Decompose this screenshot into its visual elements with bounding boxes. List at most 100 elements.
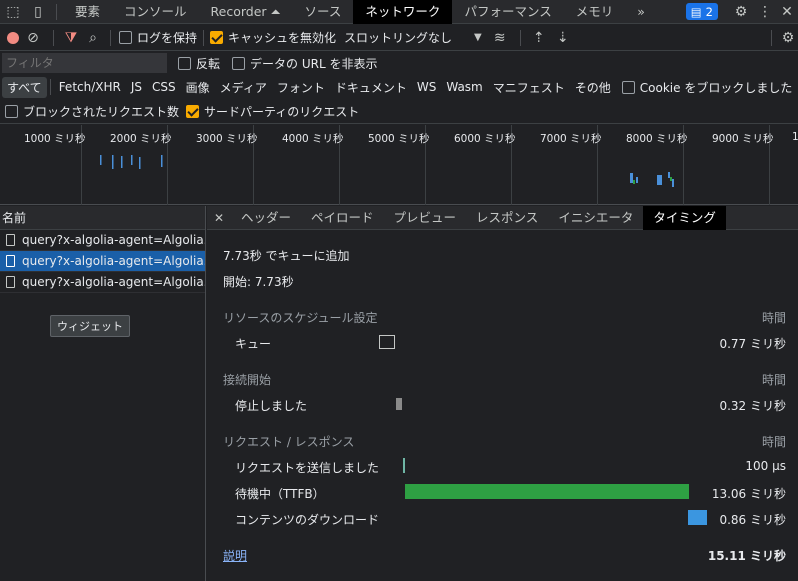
wifi-conditions-icon[interactable]: ≋ bbox=[486, 30, 514, 46]
dropdown-arrow-icon: ▼ bbox=[474, 32, 482, 43]
request-row[interactable]: query?x-algolia-agent=Algolia... bbox=[0, 230, 205, 251]
timeline-mark bbox=[131, 155, 133, 165]
blocked-requests-checkbox[interactable]: ブロックされたリクエスト数 bbox=[5, 103, 179, 120]
network-toolbar: ⊘ ⧩ ⌕ ログを保持 キャッシュを無効化 スロットリングなし ▼ ≋ ⇡ ⇣ … bbox=[0, 25, 798, 51]
tab-timing[interactable]: タイミング bbox=[643, 205, 726, 230]
type-filter-wasm[interactable]: Wasm bbox=[441, 78, 487, 96]
request-row-selected[interactable]: query?x-algolia-agent=Algolia... bbox=[0, 251, 205, 272]
started-at-text: 開始: 7.73秒 bbox=[223, 275, 294, 289]
checkbox-checked-icon bbox=[210, 31, 224, 44]
separator bbox=[771, 29, 772, 46]
section-title-request-response: リクエスト / レスポンス bbox=[223, 435, 355, 449]
type-filter-ws[interactable]: WS bbox=[412, 78, 441, 96]
time-column-label: 時間 bbox=[761, 311, 786, 325]
section-title-scheduling: リソースのスケジュール設定 bbox=[223, 311, 378, 325]
blocked-cookies-checkbox[interactable]: Cookie をブロックしました bbox=[621, 79, 792, 96]
hide-data-urls-checkbox[interactable]: データの URL を非表示 bbox=[232, 55, 377, 72]
tab-headers[interactable]: ヘッダー bbox=[231, 206, 301, 230]
tab-initiator[interactable]: イニシエータ bbox=[548, 206, 643, 230]
checkbox-icon bbox=[232, 56, 246, 70]
filter-input[interactable] bbox=[2, 53, 167, 73]
checkbox-icon bbox=[178, 56, 191, 70]
export-har-icon[interactable]: ⇣ bbox=[551, 30, 575, 46]
queued-at-text: 7.73秒 でキューに追加 bbox=[223, 249, 350, 263]
document-icon bbox=[6, 276, 15, 288]
timing-row-value: 0.86 ミリ秒 bbox=[719, 513, 786, 527]
third-party-checkbox[interactable]: サードパーティのリクエスト bbox=[186, 103, 359, 120]
tab-memory[interactable]: メモリ bbox=[564, 0, 626, 24]
type-filter-other[interactable]: その他 bbox=[570, 77, 616, 98]
tab-network[interactable]: ネットワーク bbox=[353, 0, 453, 24]
throttling-value: スロットリングなし bbox=[344, 31, 453, 45]
close-icon[interactable]: ✕ bbox=[776, 4, 798, 20]
clear-icon[interactable]: ⊘ bbox=[19, 30, 47, 46]
inspect-element-icon[interactable]: ⬚ bbox=[0, 4, 26, 20]
timing-row-value: 100 μs bbox=[745, 459, 786, 473]
tab-preview[interactable]: プレビュー bbox=[384, 206, 467, 230]
type-filter-font[interactable]: フォント bbox=[272, 77, 330, 98]
stalled-bar bbox=[396, 398, 402, 410]
tab-recorder[interactable]: Recorder ⏶ bbox=[199, 0, 293, 24]
timeline-mark bbox=[672, 179, 674, 187]
filter-icon[interactable]: ⧩ bbox=[60, 30, 82, 46]
record-button[interactable] bbox=[7, 31, 19, 44]
timeline-mark bbox=[636, 177, 638, 183]
timeline-mark bbox=[630, 173, 633, 183]
timeline-mark bbox=[668, 172, 670, 178]
tab-payload[interactable]: ペイロード bbox=[301, 206, 384, 230]
tab-performance[interactable]: パフォーマンス bbox=[452, 0, 563, 24]
request-options-row: ブロックされたリクエスト数 サードパーティのリクエスト bbox=[0, 100, 798, 124]
third-party-label: サードパーティのリクエスト bbox=[204, 105, 360, 119]
preserve-log-label: ログを保持 bbox=[137, 31, 198, 45]
disable-cache-checkbox[interactable]: キャッシュを無効化 bbox=[210, 29, 336, 46]
devtools-top-tabbar: ⬚ ▯ 要素 コンソール Recorder ⏶ ソース ネットワーク パフォーマ… bbox=[0, 0, 798, 24]
network-settings-gear-icon[interactable]: ⚙ bbox=[778, 30, 798, 46]
timeline-mark bbox=[657, 175, 662, 185]
kebab-menu-icon[interactable]: ⋮ bbox=[754, 4, 776, 20]
tooltip: ウィジェット bbox=[50, 315, 130, 337]
type-filter-js[interactable]: JS bbox=[126, 78, 147, 96]
tab-sources[interactable]: ソース bbox=[293, 0, 354, 24]
close-icon[interactable]: ✕ bbox=[207, 211, 231, 225]
issues-badge[interactable]: ▤ 2 bbox=[685, 3, 718, 20]
tab-response[interactable]: レスポンス bbox=[466, 206, 548, 230]
type-filter-manifest[interactable]: マニフェスト bbox=[488, 77, 570, 98]
type-filter-all[interactable]: すべて bbox=[2, 76, 47, 98]
type-filter-doc[interactable]: ドキュメント bbox=[330, 77, 412, 98]
hide-data-urls-label: データの URL を非表示 bbox=[250, 56, 378, 71]
timing-row-label: リクエストを送信しました bbox=[235, 461, 380, 475]
tab-elements[interactable]: 要素 bbox=[63, 0, 112, 24]
timing-row-value: 0.32 ミリ秒 bbox=[719, 399, 786, 413]
request-name: query?x-algolia-agent=Algolia... bbox=[22, 274, 205, 289]
device-toolbar-icon[interactable]: ▯ bbox=[26, 4, 50, 20]
more-tabs-button[interactable]: » bbox=[625, 0, 657, 24]
time-column-label: 時間 bbox=[761, 435, 786, 449]
timeline-mark bbox=[139, 157, 141, 169]
tab-console[interactable]: コンソール bbox=[112, 0, 199, 24]
invert-label: 反転 bbox=[196, 56, 221, 71]
request-row[interactable]: query?x-algolia-agent=Algolia... bbox=[0, 272, 205, 293]
disable-cache-label: キャッシュを無効化 bbox=[228, 31, 337, 45]
invert-checkbox[interactable]: 反転 bbox=[178, 55, 220, 72]
import-har-icon[interactable]: ⇡ bbox=[527, 30, 551, 46]
type-filter-fetch-xhr[interactable]: Fetch/XHR bbox=[54, 78, 126, 96]
gear-icon[interactable]: ⚙ bbox=[728, 4, 754, 20]
throttling-select[interactable]: スロットリングなし ▼ bbox=[344, 29, 482, 46]
explanation-link[interactable]: 説明 bbox=[223, 547, 247, 564]
separator bbox=[110, 29, 111, 46]
type-filter-media[interactable]: メディア bbox=[215, 77, 272, 98]
document-icon bbox=[6, 234, 15, 246]
request-name: query?x-algolia-agent=Algolia... bbox=[22, 253, 205, 268]
search-icon[interactable]: ⌕ bbox=[82, 30, 104, 46]
separator bbox=[49, 79, 51, 95]
checkbox-icon bbox=[5, 105, 18, 118]
type-filter-css[interactable]: CSS bbox=[147, 78, 181, 96]
preserve-log-checkbox[interactable]: ログを保持 bbox=[119, 29, 197, 46]
timeline-mark bbox=[161, 155, 163, 167]
name-column-header[interactable]: 名前 bbox=[0, 206, 205, 230]
checkbox-icon bbox=[119, 31, 132, 44]
timeline-request-marks bbox=[100, 155, 674, 187]
timing-row-label: コンテンツのダウンロード bbox=[235, 513, 380, 527]
network-overview-timeline[interactable]: 1000 ミリ秒 2000 ミリ秒 3000 ミリ秒 4000 ミリ秒 5000… bbox=[0, 125, 798, 205]
type-filter-img[interactable]: 画像 bbox=[181, 77, 215, 98]
